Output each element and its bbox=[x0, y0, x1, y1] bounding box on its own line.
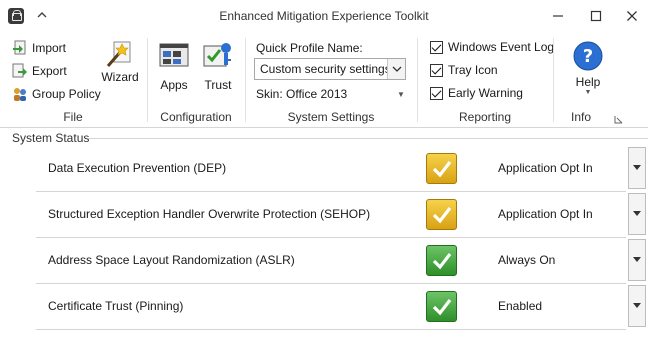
checkmark-icon bbox=[426, 153, 457, 184]
apps-button[interactable]: Apps bbox=[152, 40, 196, 92]
help-dropdown-icon[interactable]: ▼ bbox=[566, 89, 610, 96]
tray-icon-checkbox[interactable]: Tray Icon bbox=[430, 63, 498, 77]
reporting-group-label: Reporting bbox=[458, 110, 512, 124]
checkbox-checked-icon bbox=[430, 63, 443, 77]
import-label: Import bbox=[32, 41, 67, 55]
configuration-group-label: Configuration bbox=[160, 110, 232, 124]
section-title: System Status bbox=[12, 131, 90, 145]
maximize-icon bbox=[590, 10, 602, 22]
system-settings-group-label: System Settings bbox=[287, 110, 375, 124]
status-row-sehop: Structured Exception Handler Overwrite P… bbox=[36, 192, 626, 238]
help-label: Help bbox=[575, 75, 601, 89]
dialog-launcher-icon[interactable] bbox=[614, 113, 623, 124]
trust-icon bbox=[202, 40, 234, 72]
mitigation-name: Structured Exception Handler Overwrite P… bbox=[48, 207, 371, 221]
chevron-down-icon[interactable] bbox=[387, 59, 405, 79]
ribbon: Import Export Group Policy Wizard File A… bbox=[0, 32, 648, 128]
checkmark-icon bbox=[426, 245, 457, 276]
import-button[interactable]: Import bbox=[12, 38, 66, 58]
wizard-icon bbox=[104, 38, 136, 70]
setting-dropdown[interactable] bbox=[628, 193, 646, 235]
mitigation-name: Address Space Layout Randomization (ASLR… bbox=[48, 253, 295, 267]
mitigation-setting: Application Opt In bbox=[498, 161, 593, 175]
reporting-group: Windows Event Log Tray Icon Early Warnin… bbox=[418, 36, 554, 126]
setting-dropdown[interactable] bbox=[628, 285, 646, 327]
wizard-button[interactable]: Wizard bbox=[98, 38, 142, 84]
quick-profile-select[interactable]: Custom security settings bbox=[254, 58, 406, 80]
group-policy-icon bbox=[12, 86, 28, 102]
export-label: Export bbox=[32, 64, 67, 78]
group-policy-button[interactable]: Group Policy bbox=[12, 84, 101, 104]
windows-event-log-label: Windows Event Log bbox=[448, 40, 555, 54]
configuration-group: Apps Trust Configuration bbox=[148, 36, 244, 126]
quick-profile-value: Custom security settings bbox=[260, 62, 391, 76]
file-group: Import Export Group Policy Wizard File bbox=[0, 36, 146, 126]
export-button[interactable]: Export bbox=[12, 61, 67, 81]
setting-dropdown[interactable] bbox=[628, 147, 646, 189]
mitigation-name: Certificate Trust (Pinning) bbox=[48, 299, 184, 313]
checkmark-icon bbox=[426, 291, 457, 322]
file-group-label: File bbox=[63, 110, 83, 124]
mitigation-setting: Always On bbox=[498, 253, 556, 267]
apps-label: Apps bbox=[160, 78, 188, 92]
info-group-label: Info bbox=[570, 110, 591, 124]
minimize-button[interactable] bbox=[540, 0, 576, 32]
checkbox-checked-icon bbox=[430, 86, 443, 100]
section-divider bbox=[88, 138, 648, 139]
trust-label: Trust bbox=[204, 78, 232, 92]
mitigation-setting: Enabled bbox=[498, 299, 543, 313]
close-icon bbox=[627, 11, 637, 21]
apps-icon bbox=[158, 40, 190, 72]
help-icon: ? bbox=[572, 40, 604, 72]
status-row-aslr: Address Space Layout Randomization (ASLR… bbox=[36, 238, 626, 284]
early-warning-label: Early Warning bbox=[448, 86, 523, 100]
chevron-down-icon bbox=[633, 211, 641, 216]
title-bar: Enhanced Mitigation Experience Toolkit bbox=[0, 0, 648, 32]
export-icon bbox=[12, 63, 28, 79]
checkbox-checked-icon bbox=[430, 40, 443, 54]
status-row-pinning: Certificate Trust (Pinning) Enabled bbox=[36, 284, 626, 330]
early-warning-checkbox[interactable]: Early Warning bbox=[430, 86, 523, 100]
minimize-icon bbox=[553, 15, 563, 17]
chevron-down-icon bbox=[633, 303, 641, 308]
trust-button[interactable]: Trust bbox=[196, 40, 240, 92]
chevron-down-icon bbox=[633, 257, 641, 262]
import-icon bbox=[12, 40, 28, 56]
checkmark-icon bbox=[426, 199, 457, 230]
svg-text:?: ? bbox=[583, 46, 593, 67]
status-row-dep: Data Execution Prevention (DEP) Applicat… bbox=[36, 146, 626, 192]
mitigation-name: Data Execution Prevention (DEP) bbox=[48, 161, 227, 175]
windows-event-log-checkbox[interactable]: Windows Event Log bbox=[430, 40, 554, 54]
skin-selector[interactable]: Skin: Office 2013 bbox=[256, 87, 347, 101]
help-button[interactable]: ? Help ▼ bbox=[566, 40, 610, 96]
chevron-down-icon bbox=[633, 165, 641, 170]
maximize-button[interactable] bbox=[578, 0, 614, 32]
quick-profile-label: Quick Profile Name: bbox=[256, 41, 363, 55]
close-button[interactable] bbox=[614, 0, 648, 32]
group-policy-label: Group Policy bbox=[32, 87, 101, 101]
setting-dropdown[interactable] bbox=[628, 239, 646, 281]
skin-dropdown-icon[interactable]: ▼ bbox=[397, 90, 405, 99]
mitigation-setting: Application Opt In bbox=[498, 207, 593, 221]
tray-icon-label: Tray Icon bbox=[448, 63, 498, 77]
wizard-label: Wizard bbox=[101, 70, 139, 84]
